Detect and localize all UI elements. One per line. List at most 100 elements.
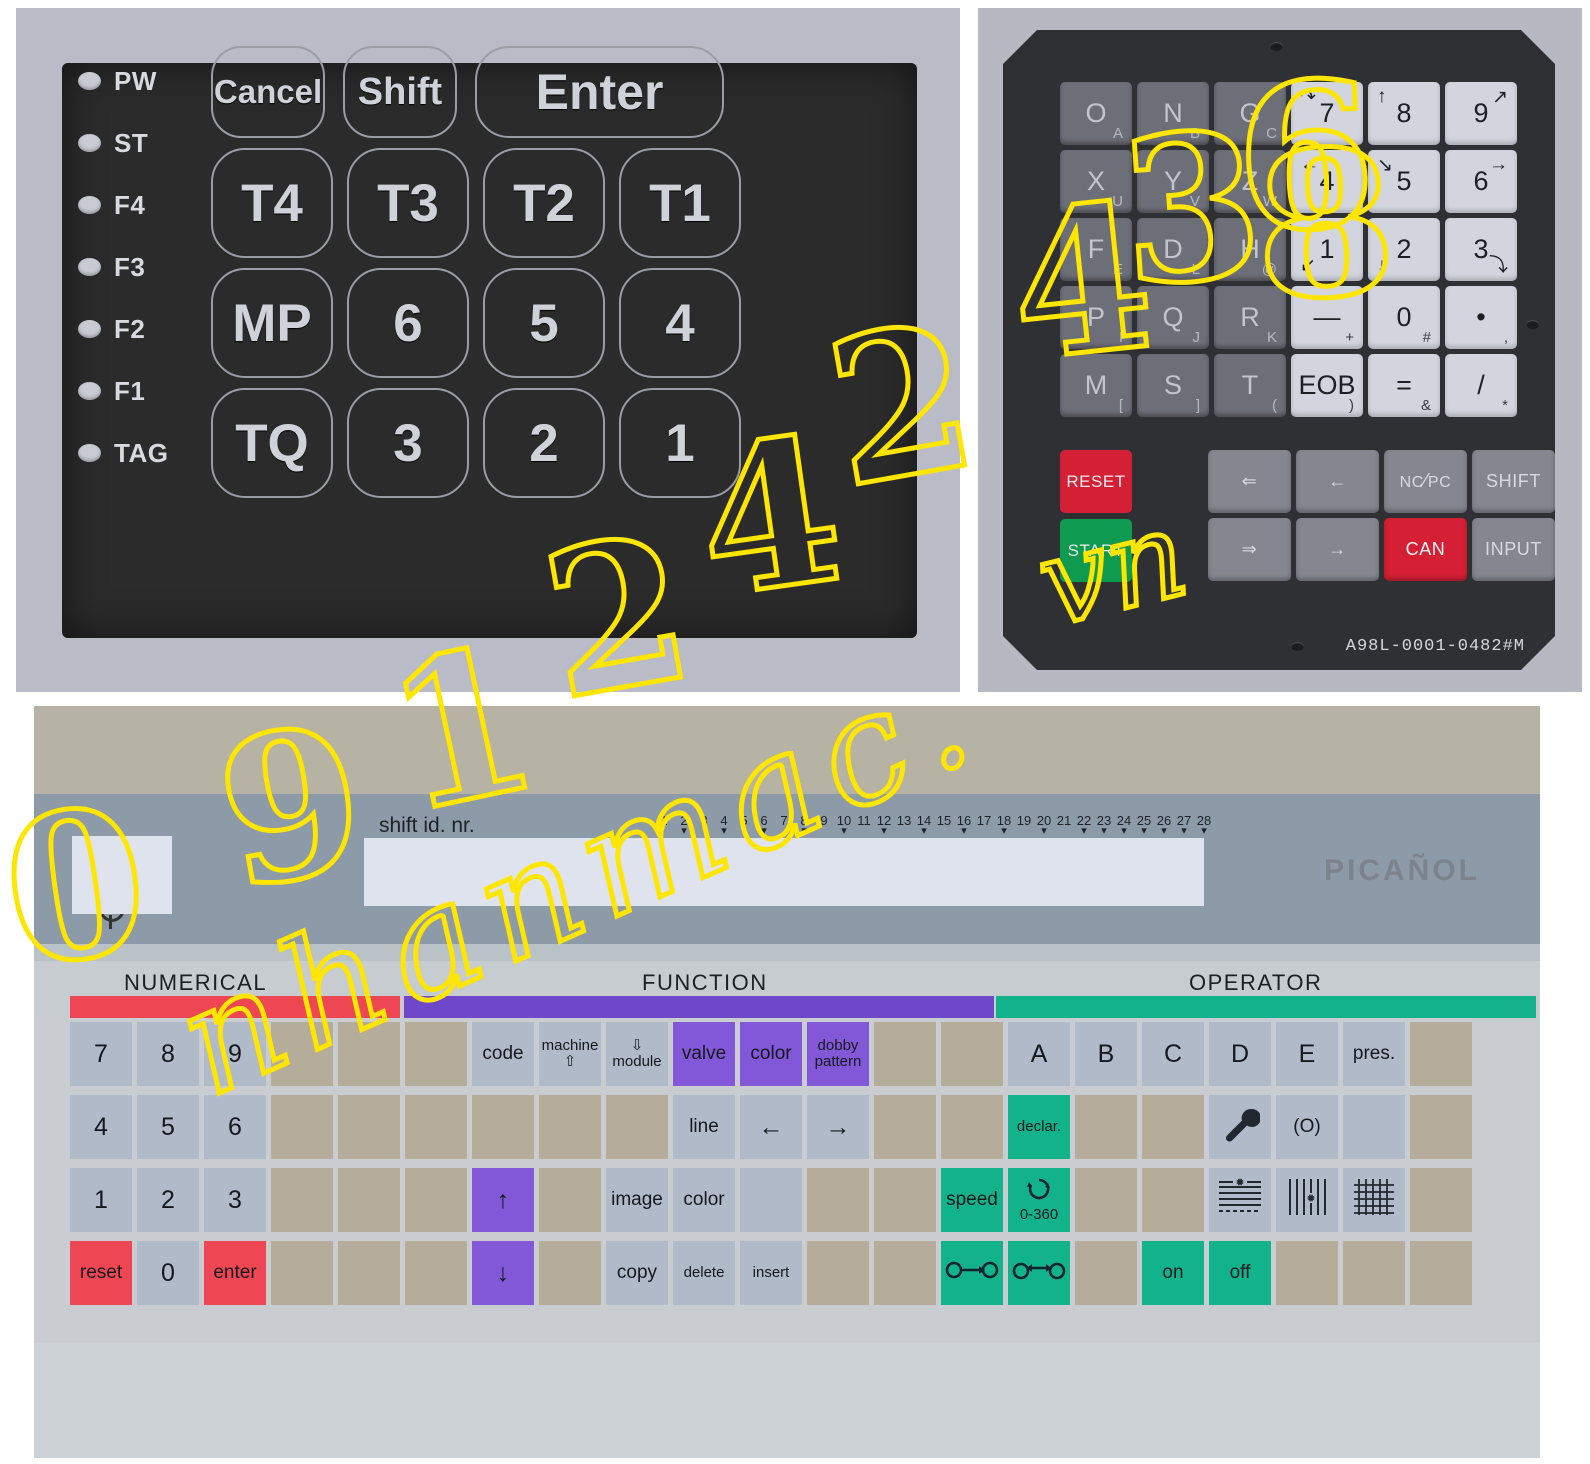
- picanol-key-5[interactable]: 5: [137, 1095, 199, 1159]
- fanuc-key-s[interactable]: S]: [1137, 354, 1209, 417]
- picanol-key-link2[interactable]: [1008, 1241, 1070, 1305]
- key-6[interactable]: 6: [347, 268, 469, 378]
- fanuc-key-0[interactable]: 0 #: [1368, 286, 1440, 349]
- picanol-key-code[interactable]: code: [472, 1022, 534, 1086]
- picanol-key-fabric[interactable]: [1343, 1168, 1405, 1232]
- picanol-key-4[interactable]: 4: [70, 1095, 132, 1159]
- picanol-key-blank[interactable]: ↑: [472, 1168, 534, 1232]
- key-t2[interactable]: T2: [483, 148, 605, 258]
- picanol-key-blank[interactable]: ←: [740, 1095, 802, 1159]
- start-button[interactable]: START: [1060, 519, 1132, 582]
- picanol-key-speed[interactable]: speed: [941, 1168, 1003, 1232]
- key-2[interactable]: 2: [483, 388, 605, 498]
- key-4[interactable]: 4: [619, 268, 741, 378]
- key-t1[interactable]: T1: [619, 148, 741, 258]
- fanuc-key-[interactable]: •,: [1445, 286, 1517, 349]
- arrow-key[interactable]: ⇒: [1208, 518, 1291, 581]
- picanol-key-blank[interactable]: →: [807, 1095, 869, 1159]
- picanol-key-blank[interactable]: [740, 1168, 802, 1232]
- picanol-key-0[interactable]: 0: [137, 1241, 199, 1305]
- picanol-key-o[interactable]: (O): [1276, 1095, 1338, 1159]
- fanuc-key-3[interactable]: 3 ⤵: [1445, 218, 1517, 281]
- reset-button[interactable]: RESET: [1060, 450, 1132, 513]
- fanuc-key-f[interactable]: FE: [1060, 218, 1132, 281]
- fanuc-key-m[interactable]: M[: [1060, 354, 1132, 417]
- key-1[interactable]: 1: [619, 388, 741, 498]
- picanol-key-weft[interactable]: ✹: [1209, 1168, 1271, 1232]
- key-mp[interactable]: MP: [211, 268, 333, 378]
- key-tq[interactable]: TQ: [211, 388, 333, 498]
- fanuc-key-eob[interactable]: EOB): [1291, 354, 1363, 417]
- picanol-key-9[interactable]: 9: [204, 1022, 266, 1086]
- fanuc-key-r[interactable]: RK: [1214, 286, 1286, 349]
- picanol-key-2[interactable]: 2: [137, 1168, 199, 1232]
- picanol-key-blank[interactable]: [1343, 1095, 1405, 1159]
- picanol-key-color[interactable]: color: [673, 1168, 735, 1232]
- fanuc-key-[interactable]: / *: [1445, 354, 1517, 417]
- fanuc-key-n[interactable]: NB: [1137, 82, 1209, 145]
- picanol-key-c[interactable]: C: [1142, 1022, 1204, 1086]
- key-cancel[interactable]: Cancel: [211, 46, 325, 138]
- fanuc-key-[interactable]: — +: [1291, 286, 1363, 349]
- fanuc-key-[interactable]: = &: [1368, 354, 1440, 417]
- arrow-key[interactable]: ⇐: [1208, 450, 1291, 513]
- picanol-key-1[interactable]: 1: [70, 1168, 132, 1232]
- fanuc-key-y[interactable]: YV: [1137, 150, 1209, 213]
- key-enter[interactable]: Enter: [475, 46, 724, 138]
- fanuc-key-d[interactable]: DL: [1137, 218, 1209, 281]
- picanol-key-off[interactable]: off: [1209, 1241, 1271, 1305]
- ncpc-key[interactable]: NC⁄PC: [1384, 450, 1467, 513]
- picanol-key-d[interactable]: D: [1209, 1022, 1271, 1086]
- picanol-key-6[interactable]: 6: [204, 1095, 266, 1159]
- fanuc-key-7[interactable]: 7 ↷: [1291, 82, 1363, 145]
- arrow-key[interactable]: ←: [1296, 450, 1379, 513]
- fanuc-key-q[interactable]: QJ: [1137, 286, 1209, 349]
- shift-key[interactable]: SHIFT: [1472, 450, 1555, 513]
- input-key[interactable]: INPUT: [1472, 518, 1555, 581]
- picanol-key-warp[interactable]: ✹: [1276, 1168, 1338, 1232]
- picanol-key-copy[interactable]: copy: [606, 1241, 668, 1305]
- picanol-key-blank[interactable]: ↓: [472, 1241, 534, 1305]
- key-3[interactable]: 3: [347, 388, 469, 498]
- picanol-key-7[interactable]: 7: [70, 1022, 132, 1086]
- picanol-key-line[interactable]: line: [673, 1095, 735, 1159]
- picanol-key-valve[interactable]: valve: [673, 1022, 735, 1086]
- key-t3[interactable]: T3: [347, 148, 469, 258]
- picanol-key-on[interactable]: on: [1142, 1241, 1204, 1305]
- key-shift[interactable]: Shift: [343, 46, 457, 138]
- fanuc-key-x[interactable]: XU: [1060, 150, 1132, 213]
- picanol-key-link1[interactable]: [941, 1241, 1003, 1305]
- fanuc-key-2[interactable]: 2 ↓: [1368, 218, 1440, 281]
- fanuc-key-g[interactable]: GC: [1214, 82, 1286, 145]
- fanuc-key-8[interactable]: 8 ↑: [1368, 82, 1440, 145]
- picanol-key-pres[interactable]: pres.: [1343, 1022, 1405, 1086]
- fanuc-key-h[interactable]: H @: [1214, 218, 1286, 281]
- arrow-key[interactable]: →: [1296, 518, 1379, 581]
- picanol-key-3[interactable]: 3: [204, 1168, 266, 1232]
- key-t4[interactable]: T4: [211, 148, 333, 258]
- picanol-key-0-360[interactable]: 0-360: [1008, 1168, 1070, 1232]
- fanuc-key-9[interactable]: 9 ↗: [1445, 82, 1517, 145]
- fanuc-key-t[interactable]: T(: [1214, 354, 1286, 417]
- picanol-key-reset[interactable]: reset: [70, 1241, 132, 1305]
- picanol-key-color[interactable]: color: [740, 1022, 802, 1086]
- picanol-key-insert[interactable]: insert: [740, 1241, 802, 1305]
- picanol-key-enter[interactable]: enter: [204, 1241, 266, 1305]
- key-5[interactable]: 5: [483, 268, 605, 378]
- can-key[interactable]: CAN: [1384, 518, 1467, 581]
- picanol-key-b[interactable]: B: [1075, 1022, 1137, 1086]
- fanuc-key-o[interactable]: OA: [1060, 82, 1132, 145]
- picanol-key-declar[interactable]: declar.: [1008, 1095, 1070, 1159]
- picanol-key-machine[interactable]: machine ⇧: [539, 1022, 601, 1086]
- picanol-key-image[interactable]: image: [606, 1168, 668, 1232]
- fanuc-key-4[interactable]: 4 ←: [1291, 150, 1363, 213]
- fanuc-key-1[interactable]: 1 ↙: [1291, 218, 1363, 281]
- picanol-key-e[interactable]: E: [1276, 1022, 1338, 1086]
- picanol-key-a[interactable]: A: [1008, 1022, 1070, 1086]
- fanuc-key-p[interactable]: PI: [1060, 286, 1132, 349]
- picanol-key-8[interactable]: 8: [137, 1022, 199, 1086]
- fanuc-key-5[interactable]: 5 ↘: [1368, 150, 1440, 213]
- picanol-key-dobby-pattern[interactable]: dobby pattern: [807, 1022, 869, 1086]
- picanol-key-wrench[interactable]: [1209, 1095, 1271, 1159]
- fanuc-key-z[interactable]: ZW: [1214, 150, 1286, 213]
